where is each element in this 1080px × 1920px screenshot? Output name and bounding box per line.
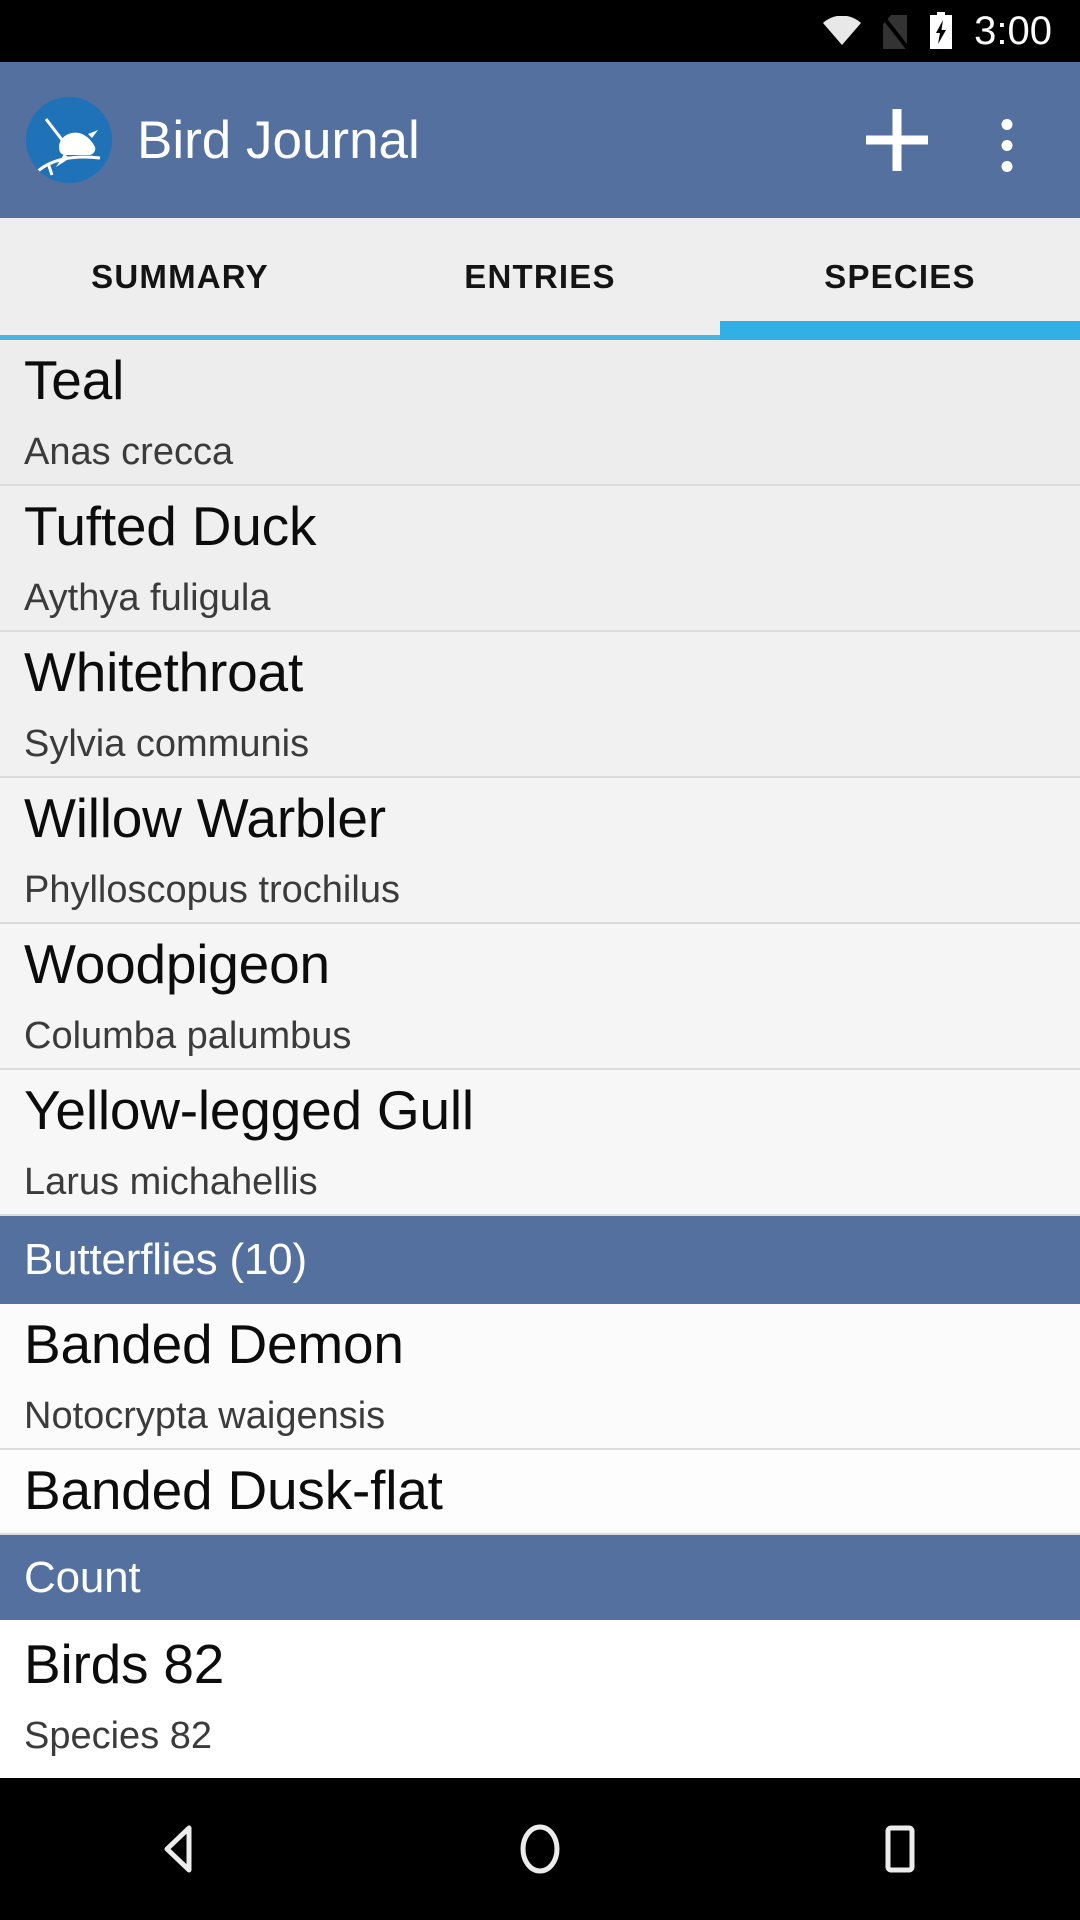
species-common-name: Teal <box>24 349 125 411</box>
species-scientific-name: Sylvia communis <box>24 723 310 765</box>
system-navigation-bar <box>0 1778 1080 1920</box>
tab-summary[interactable]: SUMMARY <box>0 218 360 336</box>
species-count: Species 82 <box>24 1715 213 1757</box>
bird-logo-icon <box>26 97 112 183</box>
species-scientific-name: Phylloscopus trochilus <box>24 869 400 911</box>
recents-icon[interactable] <box>810 1778 990 1920</box>
species-common-name: Woodpigeon <box>24 933 330 995</box>
list-item[interactable]: Birds 82 Species 82 <box>0 1620 1080 1772</box>
species-scientific-name: Aythya fuligula <box>24 577 271 619</box>
app-title: Bird Journal <box>137 110 420 170</box>
list-item[interactable]: Whitethroat Sylvia communis <box>0 632 1080 778</box>
species-common-name: Willow Warbler <box>24 787 386 849</box>
species-scientific-name: Columba palumbus <box>24 1015 352 1057</box>
app-bar: Bird Journal <box>0 62 1080 218</box>
app-bar-actions <box>842 85 1080 195</box>
list-item[interactable]: Woodpigeon Columba palumbus <box>0 924 1080 1070</box>
birds-count: Birds 82 <box>24 1633 225 1695</box>
list-item[interactable]: Tufted Duck Aythya fuligula <box>0 486 1080 632</box>
section-header-label: Count <box>24 1552 141 1602</box>
tab-selected-indicator <box>720 321 1080 340</box>
back-icon[interactable] <box>90 1778 270 1920</box>
status-bar: 3:00 <box>0 0 1080 62</box>
tab-entries-label: ENTRIES <box>464 258 616 295</box>
tab-row: SUMMARY ENTRIES SPECIES <box>0 218 1080 336</box>
wifi-icon <box>822 16 862 46</box>
no-sim-icon <box>879 12 911 52</box>
overflow-menu-button[interactable] <box>952 85 1062 195</box>
add-entry-button[interactable] <box>842 85 952 195</box>
list-item[interactable]: Banded Dusk-flat <box>0 1450 1080 1535</box>
species-scientific-name: Larus michahellis <box>24 1161 318 1203</box>
list-item[interactable]: Banded Demon Notocrypta waigensis <box>0 1304 1080 1450</box>
species-common-name: Tufted Duck <box>24 495 317 557</box>
species-common-name: Yellow-legged Gull <box>24 1079 474 1141</box>
section-header-label: Butterflies (10) <box>24 1235 307 1284</box>
section-header-count: Count <box>0 1535 1080 1620</box>
tab-summary-label: SUMMARY <box>91 258 269 295</box>
species-scientific-name: Anas crecca <box>24 431 234 473</box>
list-item[interactable]: Willow Warbler Phylloscopus trochilus <box>0 778 1080 924</box>
species-common-name: Banded Demon <box>24 1313 404 1375</box>
species-common-name: Whitethroat <box>24 641 304 703</box>
status-clock: 3:00 <box>974 8 1052 53</box>
tab-bar: SUMMARY ENTRIES SPECIES <box>0 218 1080 340</box>
tab-species[interactable]: SPECIES <box>720 218 1080 336</box>
list-item[interactable]: Teal Anas crecca <box>0 340 1080 486</box>
tab-species-label: SPECIES <box>824 258 976 295</box>
phone-screen: 3:00 Bird Journal SUMMARY ENTRIES SPECIE… <box>0 0 1080 1920</box>
list-item[interactable]: Yellow-legged Gull Larus michahellis <box>0 1070 1080 1216</box>
species-list[interactable]: Teal Anas crecca Tufted Duck Aythya fuli… <box>0 340 1080 1778</box>
species-scientific-name: Notocrypta waigensis <box>24 1395 386 1437</box>
species-common-name: Banded Dusk-flat <box>24 1459 443 1521</box>
home-icon[interactable] <box>450 1778 630 1920</box>
section-header-butterflies: Butterflies (10) <box>0 1216 1080 1304</box>
battery-charging-icon <box>928 12 954 50</box>
tab-entries[interactable]: ENTRIES <box>360 218 720 336</box>
